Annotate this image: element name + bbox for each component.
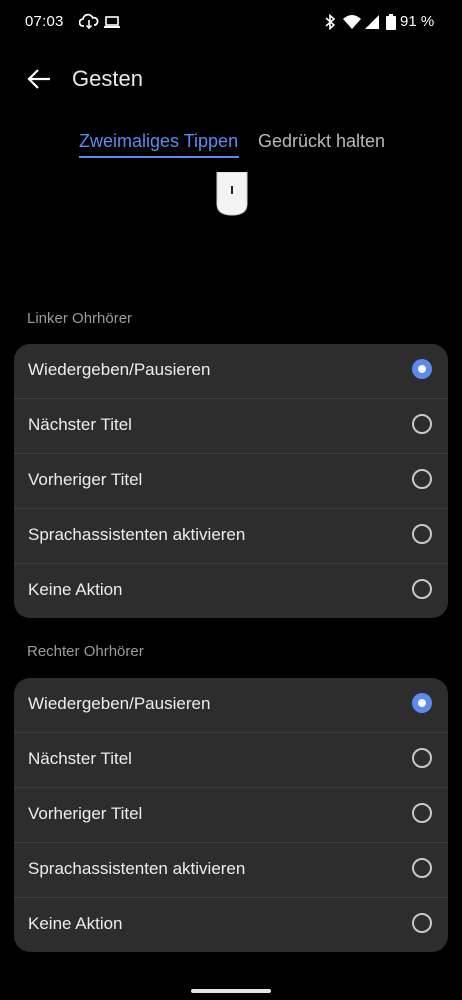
battery-icon: [386, 14, 396, 30]
option-label: Keine Aktion: [28, 580, 123, 599]
battery-percent: 91 %: [400, 13, 435, 30]
option-label: Wiedergeben/Pausieren: [28, 694, 211, 713]
option-label: Sprachassistenten aktivieren: [28, 859, 246, 878]
option-row[interactable]: Nächster Titel: [14, 733, 448, 788]
option-label: Keine Aktion: [28, 914, 123, 933]
option-label: Nächster Titel: [28, 415, 132, 434]
radio-button[interactable]: [412, 579, 432, 599]
earbud-image: [216, 172, 248, 216]
radio-button[interactable]: [412, 803, 432, 823]
cloud-sync-icon: [79, 13, 99, 30]
radio-button[interactable]: [412, 414, 432, 434]
status-time: 07:03: [25, 13, 64, 30]
radio-button[interactable]: [412, 524, 432, 544]
option-row[interactable]: Sprachassistenten aktivieren: [14, 843, 448, 898]
radio-button[interactable]: [412, 469, 432, 489]
app-bar: Gesten: [0, 50, 462, 106]
tab-press-hold[interactable]: Gedrückt halten: [258, 131, 385, 152]
option-card-right: Wiedergeben/Pausieren Nächster Titel Vor…: [14, 678, 448, 952]
option-row[interactable]: Keine Aktion: [14, 898, 448, 952]
option-row[interactable]: Wiedergeben/Pausieren: [14, 344, 448, 399]
option-label: Vorheriger Titel: [28, 804, 143, 823]
tab-double-tap[interactable]: Zweimaliges Tippen: [79, 131, 238, 152]
radio-button[interactable]: [412, 913, 432, 933]
option-row[interactable]: Keine Aktion: [14, 564, 448, 618]
option-row[interactable]: Nächster Titel: [14, 399, 448, 454]
option-row[interactable]: Sprachassistenten aktivieren: [14, 509, 448, 564]
option-label: Vorheriger Titel: [28, 470, 143, 489]
option-row[interactable]: Vorheriger Titel: [14, 454, 448, 509]
section-label-left: Linker Ohrhörer: [27, 310, 133, 327]
page-title: Gesten: [72, 66, 143, 91]
option-label: Wiedergeben/Pausieren: [28, 360, 211, 379]
option-row[interactable]: Wiedergeben/Pausieren: [14, 678, 448, 733]
signal-icon: [365, 15, 379, 29]
section-label-right: Rechter Ohrhörer: [27, 643, 144, 660]
radio-button[interactable]: [412, 858, 432, 878]
radio-button-checked[interactable]: [412, 693, 432, 713]
option-label: Nächster Titel: [28, 749, 132, 768]
wifi-icon: [343, 15, 361, 29]
option-card-left: Wiedergeben/Pausieren Nächster Titel Vor…: [14, 344, 448, 618]
home-indicator[interactable]: [191, 989, 271, 993]
radio-button-checked[interactable]: [412, 359, 432, 379]
laptop-icon: [104, 16, 120, 28]
arrow-left-icon[interactable]: [24, 64, 54, 94]
tab-active-indicator: [79, 156, 239, 158]
radio-button[interactable]: [412, 748, 432, 768]
option-row[interactable]: Vorheriger Titel: [14, 788, 448, 843]
option-label: Sprachassistenten aktivieren: [28, 525, 246, 544]
bluetooth-icon: [325, 13, 336, 31]
status-bar: 07:03 91 %: [0, 0, 462, 44]
